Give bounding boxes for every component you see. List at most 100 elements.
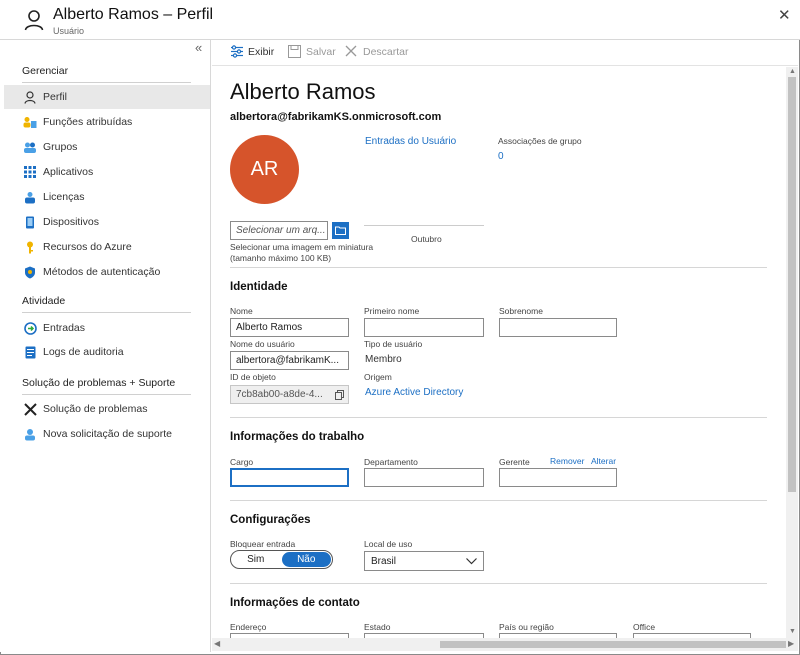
folder-browse-button[interactable] bbox=[332, 222, 349, 239]
sidebar-item-label: Solução de problemas bbox=[43, 403, 148, 415]
office-label: Office bbox=[633, 622, 656, 632]
signins-chart-axis bbox=[364, 225, 484, 226]
sidebar: « Gerenciar Perfil Funções atribuídas Gr… bbox=[0, 40, 211, 652]
block-signin-yes[interactable]: Sim bbox=[231, 551, 281, 568]
license-icon bbox=[23, 190, 37, 204]
folder-icon bbox=[335, 226, 346, 235]
manager-change-link[interactable]: Alterar bbox=[591, 456, 616, 466]
divider bbox=[230, 417, 767, 418]
source-label: Origem bbox=[364, 372, 392, 382]
divider bbox=[22, 82, 191, 83]
usage-location-label: Local de uso bbox=[364, 539, 413, 549]
object-id-field: 7cb8ab00-a8de-4... bbox=[230, 385, 349, 404]
audit-log-icon bbox=[23, 345, 37, 359]
country-label: País ou região bbox=[499, 622, 554, 632]
first-name-label: Primeiro nome bbox=[364, 306, 420, 316]
sidebar-item-dispositivos[interactable]: Dispositivos bbox=[4, 210, 210, 234]
discard-label: Descartar bbox=[363, 46, 409, 58]
department-label: Departamento bbox=[364, 457, 418, 467]
user-display-name: Alberto Ramos bbox=[230, 79, 376, 104]
block-signin-toggle[interactable]: Sim Não bbox=[230, 550, 333, 569]
first-name-field[interactable] bbox=[364, 318, 484, 337]
user-signins-link[interactable]: Entradas do Usuário bbox=[365, 136, 456, 147]
support-icon bbox=[23, 427, 37, 441]
section-title-configuracoes: Configurações bbox=[230, 514, 311, 526]
divider bbox=[230, 267, 767, 268]
tools-icon bbox=[23, 402, 37, 416]
save-button[interactable]: Salvar bbox=[288, 45, 336, 59]
source-link[interactable]: Azure Active Directory bbox=[365, 387, 463, 398]
vertical-scrollbar[interactable]: ▲ ▼ bbox=[786, 67, 798, 638]
block-signin-label: Bloquear entrada bbox=[230, 539, 296, 549]
chevron-down-icon bbox=[466, 557, 477, 564]
sidebar-item-label: Perfil bbox=[43, 91, 67, 103]
manager-label: Gerente bbox=[499, 457, 530, 467]
username-label: Nome do usuário bbox=[230, 339, 295, 349]
section-title-trabalho: Informações do trabalho bbox=[230, 431, 365, 443]
sidebar-item-label: Recursos do Azure bbox=[43, 241, 132, 253]
edit-icon bbox=[230, 45, 244, 59]
apps-grid-icon bbox=[23, 165, 37, 179]
name-label: Nome bbox=[230, 306, 253, 316]
discard-button[interactable]: Descartar bbox=[345, 45, 409, 59]
sidebar-item-logs-auditoria[interactable]: Logs de auditoria bbox=[4, 340, 210, 364]
sidebar-item-funcoes[interactable]: Funções atribuídas bbox=[4, 110, 210, 134]
file-select-input[interactable]: Selecionar um arq... bbox=[230, 221, 328, 240]
vertical-scroll-thumb[interactable] bbox=[788, 77, 796, 492]
group-assoc-count[interactable]: 0 bbox=[498, 151, 504, 162]
edit-button[interactable]: Exibir bbox=[230, 45, 274, 59]
copy-icon[interactable] bbox=[335, 390, 344, 403]
job-title-label: Cargo bbox=[230, 457, 254, 467]
roles-icon bbox=[23, 115, 37, 129]
usage-location-select[interactable]: Brasil bbox=[364, 551, 484, 571]
sidebar-item-label: Funções atribuídas bbox=[43, 116, 133, 128]
title-bar: Alberto Ramos – Perfil Usuário ✕ bbox=[0, 0, 800, 40]
sidebar-item-label: Entradas bbox=[43, 322, 86, 334]
job-title-field[interactable] bbox=[230, 468, 349, 487]
person-icon bbox=[24, 10, 44, 31]
sidebar-item-recursos-azure[interactable]: Recursos do Azure bbox=[4, 235, 210, 259]
person-icon bbox=[23, 90, 37, 104]
username-field[interactable]: albertora@fabrikamK... bbox=[230, 351, 349, 370]
sidebar-item-entradas[interactable]: Entradas bbox=[4, 316, 210, 340]
scroll-down-icon[interactable]: ▼ bbox=[789, 628, 796, 635]
sidebar-item-grupos[interactable]: Grupos bbox=[4, 135, 210, 159]
manager-field[interactable] bbox=[499, 468, 617, 487]
shield-icon bbox=[23, 265, 37, 279]
usage-location-value: Brasil bbox=[371, 555, 397, 567]
sidebar-item-label: Grupos bbox=[43, 141, 78, 153]
horizontal-scrollbar[interactable]: ◀ ▶ bbox=[212, 638, 798, 651]
object-id-label: ID de objeto bbox=[230, 372, 276, 382]
sidebar-item-aplicativos[interactable]: Aplicativos bbox=[4, 160, 210, 184]
address-label: Endereço bbox=[230, 622, 267, 632]
manager-remove-link[interactable]: Remover bbox=[550, 456, 584, 466]
sidebar-item-metodos-autenticacao[interactable]: Métodos de autenticação bbox=[4, 260, 210, 284]
scroll-right-icon[interactable]: ▶ bbox=[788, 639, 794, 648]
scroll-up-icon[interactable]: ▲ bbox=[789, 68, 796, 75]
collapse-sidebar-icon[interactable]: « bbox=[195, 40, 202, 55]
state-label: Estado bbox=[364, 622, 391, 632]
last-name-field[interactable] bbox=[499, 318, 617, 337]
block-signin-no[interactable]: Não bbox=[281, 552, 331, 567]
close-icon[interactable]: ✕ bbox=[778, 6, 791, 24]
sidebar-item-label: Logs de auditoria bbox=[43, 346, 124, 358]
sidebar-section-solucao-suporte: Solução de problemas + Suporte bbox=[22, 377, 176, 389]
sidebar-item-nova-solicitacao[interactable]: Nova solicitação de suporte bbox=[4, 422, 210, 446]
divider bbox=[230, 500, 767, 501]
scroll-left-icon[interactable]: ◀ bbox=[214, 639, 220, 648]
last-name-label: Sobrenome bbox=[499, 306, 543, 316]
page-subtitle: Usuário bbox=[53, 26, 85, 36]
name-field[interactable]: Alberto Ramos bbox=[230, 318, 349, 337]
sidebar-item-solucao-problemas[interactable]: Solução de problemas bbox=[4, 397, 210, 421]
edit-label: Exibir bbox=[248, 46, 275, 58]
command-bar: Exibir Salvar Descartar bbox=[212, 40, 798, 66]
discard-icon bbox=[345, 45, 359, 59]
sidebar-section-gerenciar: Gerenciar bbox=[22, 65, 69, 77]
sidebar-item-perfil[interactable]: Perfil bbox=[4, 85, 210, 109]
sidebar-item-licencas[interactable]: Licenças bbox=[4, 185, 210, 209]
divider bbox=[22, 394, 191, 395]
horizontal-scroll-thumb[interactable] bbox=[440, 641, 786, 648]
user-type-value: Membro bbox=[365, 354, 402, 365]
department-field[interactable] bbox=[364, 468, 484, 487]
sign-in-icon bbox=[23, 321, 37, 335]
